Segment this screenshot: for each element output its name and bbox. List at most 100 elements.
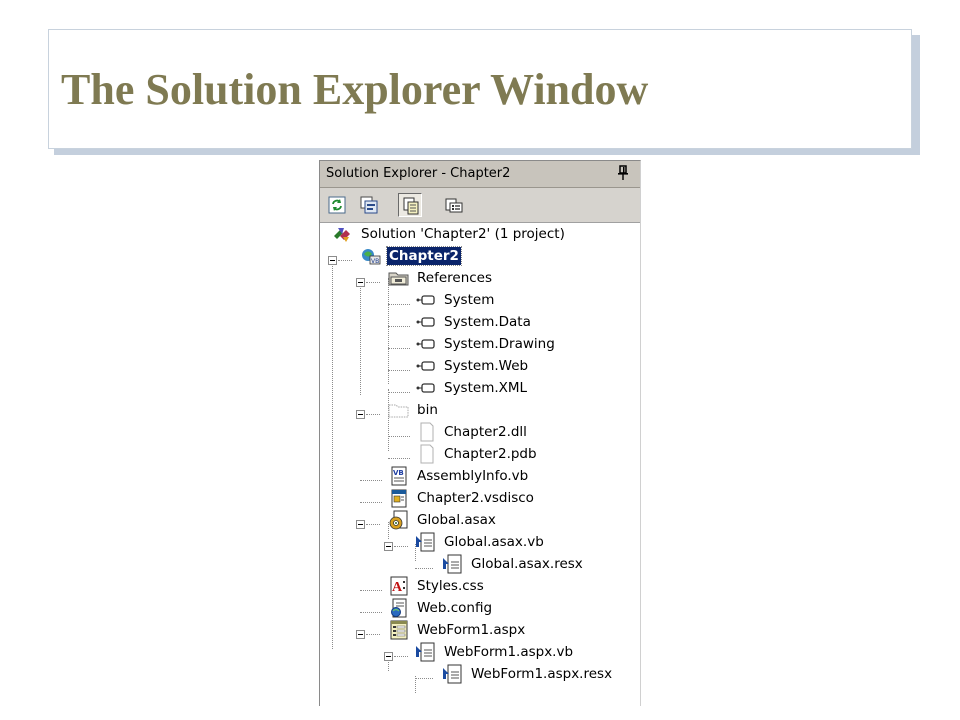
tree-item-project[interactable]: VB Chapter2 [360,245,462,267]
vb-code-file-icon [415,642,437,662]
file-icon [415,422,437,442]
tree-item-global-resx[interactable]: Global.asax.resx [442,553,585,575]
reference-icon [415,290,437,310]
references-folder-icon [388,268,410,288]
tree-item-label: System.Data [444,314,531,330]
collapse-toggle-global[interactable] [356,520,365,529]
tree-item-label: Chapter2.pdb [444,446,537,462]
window-title: Solution Explorer - Chapter2 [326,166,511,181]
tree-item-vsdisco[interactable]: Chapter2.vsdisco [388,487,536,509]
tree-line [360,590,382,591]
tree-item-reference[interactable]: System.Data [415,311,533,333]
show-all-files-button[interactable] [398,193,422,217]
tree-item-reference[interactable]: System.XML [415,377,529,399]
file-icon [415,444,437,464]
reference-icon [415,312,437,332]
tree-line [388,278,389,384]
svg-text:A: A [392,580,403,595]
collapse-toggle-webform-vb[interactable] [384,652,393,661]
tree-item-label: System.XML [444,380,528,396]
tree-item-label: System [444,292,495,308]
tree-item-label: Web.config [417,600,493,616]
collapse-toggle-bin[interactable] [356,410,365,419]
tree-item-label: Chapter2.vsdisco [417,490,534,506]
tree-item-reference[interactable]: System.Drawing [415,333,557,355]
tree-item-label: AssemblyInfo.vb [417,468,529,484]
tree-item-reference[interactable]: System.Web [415,355,530,377]
tree-item-reference[interactable]: System [415,289,496,311]
tree-line [388,326,410,327]
tree-item-label: System.Web [444,358,529,374]
tree-item-label: References [417,270,493,286]
tree-line [388,392,410,393]
reference-icon [415,378,437,398]
config-file-icon [388,598,410,618]
global-asax-icon [388,510,410,530]
tree-item-file[interactable]: Chapter2.dll [415,421,529,443]
collapse-toggle-webform[interactable] [356,630,365,639]
slide-title: The Solution Explorer Window [61,65,649,114]
tree-line [394,656,408,657]
tree-item-webform-vb[interactable]: WebForm1.aspx.vb [415,641,575,663]
solution-tree: Solution 'Chapter2' (1 project) VB Chapt… [320,223,640,706]
tree-item-label: WebForm1.aspx [417,622,526,638]
tree-item-web-config[interactable]: Web.config [388,597,494,619]
collapse-toggle-references[interactable] [356,278,365,287]
folder-icon [388,400,410,420]
tree-line [360,480,382,481]
tree-item-label: Global.asax [417,512,496,528]
tree-line [366,282,380,283]
tree-item-webform[interactable]: WebForm1.aspx [388,619,527,641]
view-code-icon [360,196,378,214]
tree-item-file[interactable]: Chapter2.pdb [415,443,539,465]
tree-item-label: WebForm1.aspx.vb [444,644,574,660]
tree-line [366,634,380,635]
properties-icon [445,198,463,213]
tree-line [388,436,410,437]
resx-file-icon [442,554,464,574]
tree-item-label: System.Drawing [444,336,555,352]
tree-item-assemblyinfo[interactable]: VB AssemblyInfo.vb [388,465,530,487]
tree-line [366,414,380,415]
resx-file-icon [442,664,464,684]
tree-line [388,304,410,305]
properties-button[interactable] [442,193,466,217]
tree-line [332,256,333,649]
discovery-file-icon [388,488,410,508]
tree-item-label: WebForm1.aspx.resx [471,666,613,682]
tree-line [415,678,433,679]
tree-line [366,524,380,525]
tree-item-solution[interactable]: Solution 'Chapter2' (1 project) [332,223,567,245]
refresh-button[interactable] [325,193,349,217]
tree-line [338,260,352,261]
tree-item-global-vb[interactable]: Global.asax.vb [415,531,546,553]
tree-item-label: Solution 'Chapter2' (1 project) [361,226,565,242]
tree-item-label: Global.asax.vb [444,534,544,550]
solution-explorer-window: Solution Explorer - Chapter2 Solution 'C… [319,160,641,706]
tree-item-references[interactable]: References [388,267,494,289]
tree-item-label: Styles.css [417,578,484,594]
title-box: The Solution Explorer Window [48,29,912,149]
tree-item-global-asax[interactable]: Global.asax [388,509,498,531]
tree-item-label: Global.asax.resx [471,556,583,572]
pin-icon[interactable] [616,165,630,181]
tree-line [388,458,410,459]
tree-line [360,612,382,613]
tree-item-styles-css[interactable]: A Styles.css [388,575,486,597]
window-titlebar[interactable]: Solution Explorer - Chapter2 [320,161,640,188]
web-form-icon [388,620,410,640]
collapse-toggle-project[interactable] [328,256,337,265]
vb-code-file-icon [415,532,437,552]
tree-item-bin-folder[interactable]: bin [388,399,440,421]
tree-line [388,348,410,349]
tree-line [394,546,408,547]
tree-item-webform-resx[interactable]: WebForm1.aspx.resx [442,663,614,685]
tree-line [360,502,382,503]
view-code-button[interactable] [357,193,381,217]
solution-icon [332,224,354,244]
tree-line [415,568,433,569]
stylesheet-icon: A [388,576,410,596]
collapse-toggle-global-vb[interactable] [384,542,393,551]
tree-item-label: bin [417,402,438,418]
reference-icon [415,356,437,376]
